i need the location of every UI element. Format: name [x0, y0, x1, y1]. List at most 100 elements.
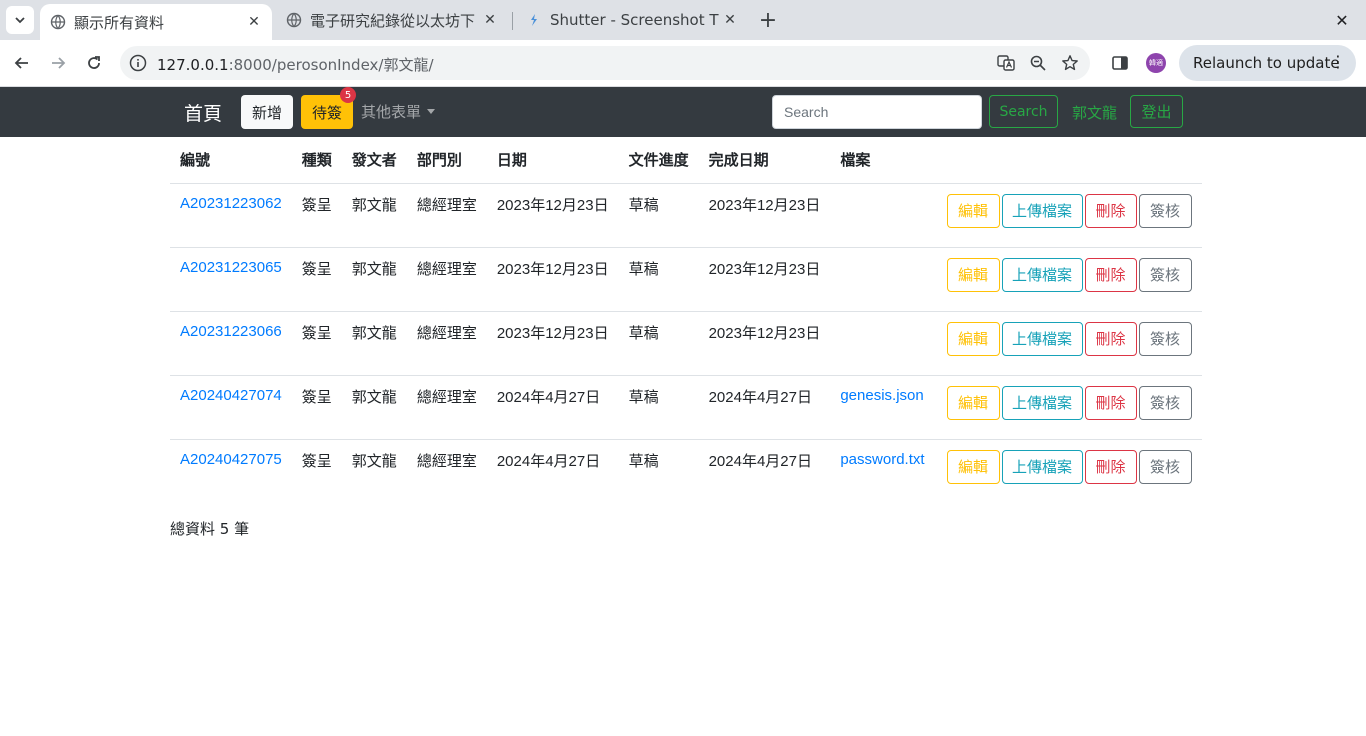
table-cell: 總經理室 [406, 183, 487, 248]
translate-icon[interactable] [996, 53, 1016, 73]
sign-off-button[interactable]: 簽核 [1138, 449, 1192, 484]
edit-button[interactable]: 編輯 [946, 385, 1000, 420]
delete-button[interactable]: 刪除 [1084, 193, 1137, 228]
delete-button[interactable]: 刪除 [1084, 321, 1137, 356]
table-cell: 草稿 [618, 311, 699, 376]
table-cell: 2024年4月27日 [487, 439, 619, 503]
column-header-actions [934, 137, 1202, 184]
cell-date: 2023年12月23日 [496, 260, 609, 278]
delete-button[interactable]: 刪除 [1084, 257, 1137, 292]
document-id-link[interactable]: A20240427074 [180, 387, 282, 404]
reload-button[interactable] [80, 49, 108, 77]
search-input[interactable] [772, 95, 982, 129]
upload-file-button[interactable]: 上傳檔案 [1001, 385, 1083, 420]
bookmark-star-icon[interactable] [1060, 53, 1080, 73]
table-header-row: 編號 種類 發文者 部門別 日期 文件進度 完成日期 檔案 [170, 137, 1202, 184]
column-header-done-date: 完成日期 [698, 137, 831, 184]
browser-tab-active[interactable]: 顯示所有資料 ✕ [40, 4, 272, 40]
back-button[interactable] [8, 49, 36, 77]
document-id-link[interactable]: A20240427075 [180, 451, 282, 468]
column-header-type: 種類 [291, 137, 342, 184]
tab-title: 電子研究紀錄從以太坊下 [310, 11, 476, 30]
document-id-link[interactable]: A20231223065 [180, 259, 282, 276]
brand-home-link[interactable]: 首頁 [184, 99, 222, 126]
table-cell: 草稿 [619, 439, 699, 503]
cell-dept: 總經理室 [416, 195, 477, 214]
shutter-app-icon [526, 12, 542, 28]
row-actions: 編輯 上傳檔案 刪除 簽核 [934, 183, 1202, 248]
table-cell: 草稿 [618, 375, 699, 440]
upload-file-button[interactable]: 上傳檔案 [1001, 321, 1083, 356]
zoom-icon[interactable] [1028, 53, 1048, 73]
globe-icon [50, 14, 66, 30]
edit-button[interactable]: 編輯 [946, 193, 1000, 228]
table-row: A20231223065 簽呈 郭文龍 總經理室 2023年12月23日 草稿 2023年1… [170, 247, 1202, 312]
table-cell: A20240427074 [170, 375, 292, 440]
delete-button[interactable]: 刪除 [1084, 385, 1137, 420]
url-path: :8000/perosonIndex/郭文龍/ [228, 56, 434, 74]
tab-separator [512, 12, 513, 30]
cell-type: 簽呈 [301, 387, 332, 406]
relaunch-button[interactable]: Relaunch to update ⋮ [1179, 45, 1356, 81]
cell-date: 2024年4月27日 [496, 388, 601, 406]
cell-dept: 總經理室 [416, 451, 477, 470]
table-cell: 總經理室 [406, 247, 487, 312]
new-tab-button[interactable]: + [756, 8, 780, 33]
other-forms-label: 其他表單 [361, 103, 422, 121]
window-close-button[interactable]: ✕ [1330, 8, 1354, 32]
tab-close-icon[interactable]: ✕ [244, 12, 264, 32]
side-panel-icon[interactable] [1108, 51, 1132, 75]
file-link[interactable]: password.txt [840, 451, 924, 468]
profile-avatar[interactable]: 韓適 [1146, 53, 1166, 73]
new-button[interactable]: 新增 [241, 95, 293, 129]
table-row: A20231223066 簽呈 郭文龍 總經理室 2023年12月23日 草稿 2023年1… [170, 311, 1202, 376]
tab-search-button[interactable] [6, 6, 34, 34]
upload-file-button[interactable]: 上傳檔案 [1001, 193, 1083, 228]
table-cell: 簽呈 [291, 183, 342, 248]
sign-off-button[interactable]: 簽核 [1138, 321, 1192, 356]
cell-dept: 總經理室 [416, 259, 477, 278]
edit-button[interactable]: 編輯 [946, 257, 1000, 292]
table-cell [830, 311, 935, 376]
table-cell: 簽呈 [292, 439, 342, 503]
table-row: A20240427074 簽呈 郭文龍 總經理室 2024年4月27日 草稿 2024年4月… [170, 375, 1202, 440]
sign-off-button[interactable]: 簽核 [1138, 193, 1192, 228]
cell-done-date: 2023年12月23日 [708, 260, 821, 278]
upload-file-button[interactable]: 上傳檔案 [1001, 257, 1083, 292]
sign-off-button[interactable]: 簽核 [1138, 257, 1192, 292]
table-cell: 郭文龍 [341, 183, 407, 248]
upload-file-button[interactable]: 上傳檔案 [1001, 449, 1083, 484]
cell-type: 簽呈 [301, 323, 332, 342]
file-link[interactable]: genesis.json [840, 387, 923, 404]
table-cell: A20240427075 [170, 439, 292, 503]
forward-button[interactable] [44, 49, 72, 77]
site-info-icon[interactable] [128, 53, 148, 73]
browser-tab[interactable]: Shutter - Screenshot T ✕ [516, 0, 748, 40]
table-cell: genesis.json [830, 375, 935, 440]
table-cell: A20231223062 [170, 183, 292, 248]
current-user-name[interactable]: 郭文龍 [1072, 102, 1117, 123]
cell-author: 郭文龍 [351, 451, 397, 470]
cell-status: 草稿 [628, 195, 659, 214]
browser-tab[interactable]: 電子研究紀錄從以太坊下 ✕ [276, 0, 508, 40]
address-bar[interactable]: 127.0.0.1:8000/perosonIndex/郭文龍/ [120, 46, 1090, 80]
document-id-link[interactable]: A20231223062 [180, 195, 282, 212]
logout-button[interactable]: 登出 [1130, 95, 1183, 128]
edit-button[interactable]: 編輯 [946, 449, 1000, 484]
table-cell: 總經理室 [406, 375, 487, 440]
document-id-link[interactable]: A20231223066 [180, 323, 282, 340]
edit-button[interactable]: 編輯 [946, 321, 1000, 356]
tab-close-icon[interactable]: ✕ [720, 10, 740, 30]
row-actions: 編輯 上傳檔案 刪除 簽核 [934, 375, 1202, 440]
pending-count-badge: 5 [340, 87, 356, 103]
cell-status: 草稿 [628, 451, 659, 470]
sign-off-button[interactable]: 簽核 [1138, 385, 1192, 420]
cell-dept: 總經理室 [416, 387, 477, 406]
delete-button[interactable]: 刪除 [1084, 449, 1137, 484]
other-forms-dropdown[interactable]: 其他表單 [361, 101, 436, 122]
search-button[interactable]: Search [989, 95, 1058, 128]
table-cell: 2023年12月23日 [486, 311, 619, 376]
tab-close-icon[interactable]: ✕ [480, 10, 500, 30]
table-cell: 2024年4月27日 [698, 375, 831, 440]
reload-icon [88, 56, 100, 69]
